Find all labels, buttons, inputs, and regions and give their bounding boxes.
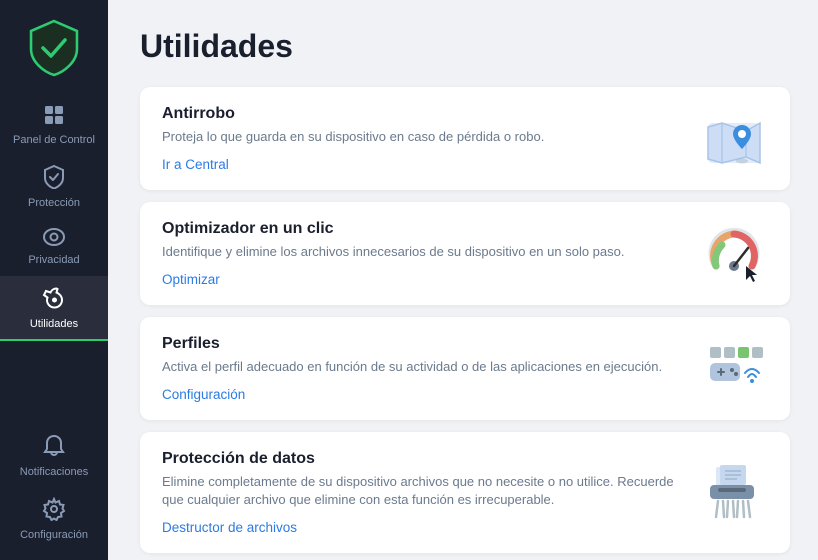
sidebar: Panel de Control Protección Privacidad	[0, 0, 108, 560]
privacidad-icon	[42, 228, 66, 250]
sidebar-item-notificaciones-label: Notificaciones	[20, 466, 88, 479]
configuracion-icon	[42, 497, 66, 525]
card-antirrobo-desc: Proteja lo que guarda en su dispositivo …	[162, 128, 682, 147]
app-logo	[24, 18, 84, 78]
panel-icon	[43, 104, 65, 130]
sidebar-item-notificaciones[interactable]: Notificaciones	[0, 424, 108, 487]
card-optimizador: Optimizador en un clic Identifique y eli…	[140, 202, 790, 305]
card-antirrobo-content: Antirrobo Proteja lo que guarda en su di…	[162, 105, 698, 174]
sidebar-nav: Panel de Control Protección Privacidad	[0, 94, 108, 424]
sidebar-item-proteccion[interactable]: Protección	[0, 155, 108, 218]
card-perfiles: Perfiles Activa el perfil adecuado en fu…	[140, 317, 790, 420]
optimizador-icon	[698, 220, 770, 288]
card-antirrobo: Antirrobo Proteja lo que guarda en su di…	[140, 87, 790, 190]
card-optimizador-desc: Identifique y elimine los archivos innec…	[162, 243, 682, 262]
perfiles-link[interactable]: Configuración	[162, 387, 245, 402]
card-proteccion-datos: Protección de datos Elimine completament…	[140, 432, 790, 554]
card-perfiles-desc: Activa el perfil adecuado en función de …	[162, 358, 682, 377]
utilidades-icon	[42, 286, 66, 314]
sidebar-item-privacidad-label: Privacidad	[28, 254, 79, 267]
sidebar-item-panel[interactable]: Panel de Control	[0, 94, 108, 155]
card-optimizador-title: Optimizador en un clic	[162, 220, 682, 238]
sidebar-item-utilidades[interactable]: Utilidades	[0, 276, 108, 341]
antirrobo-icon	[698, 105, 770, 173]
proteccion-datos-link[interactable]: Destructor de archivos	[162, 520, 297, 535]
card-perfiles-title: Perfiles	[162, 335, 682, 353]
page-title: Utilidades	[140, 28, 790, 65]
proteccion-icon	[43, 165, 65, 193]
sidebar-item-configuracion-label: Configuración	[20, 529, 88, 542]
sidebar-item-panel-label: Panel de Control	[13, 134, 95, 147]
sidebar-item-privacidad[interactable]: Privacidad	[0, 218, 108, 275]
perfiles-icon	[698, 335, 770, 403]
optimizador-link[interactable]: Optimizar	[162, 272, 220, 287]
card-antirrobo-title: Antirrobo	[162, 105, 682, 123]
main-content: Utilidades Antirrobo Proteja lo que guar…	[108, 0, 818, 560]
card-proteccion-datos-desc: Elimine completamente de su dispositivo …	[162, 473, 682, 511]
sidebar-item-utilidades-label: Utilidades	[30, 318, 78, 331]
card-proteccion-datos-content: Protección de datos Elimine completament…	[162, 450, 698, 538]
sidebar-item-proteccion-label: Protección	[28, 197, 80, 210]
card-optimizador-content: Optimizador en un clic Identifique y eli…	[162, 220, 698, 289]
sidebar-item-configuracion[interactable]: Configuración	[0, 487, 108, 550]
card-proteccion-datos-title: Protección de datos	[162, 450, 682, 468]
notificaciones-icon	[43, 434, 65, 462]
proteccion-datos-icon	[698, 459, 770, 527]
antirrobo-link[interactable]: Ir a Central	[162, 157, 229, 172]
sidebar-bottom: Notificaciones Configuración	[0, 424, 108, 550]
card-perfiles-content: Perfiles Activa el perfil adecuado en fu…	[162, 335, 698, 404]
